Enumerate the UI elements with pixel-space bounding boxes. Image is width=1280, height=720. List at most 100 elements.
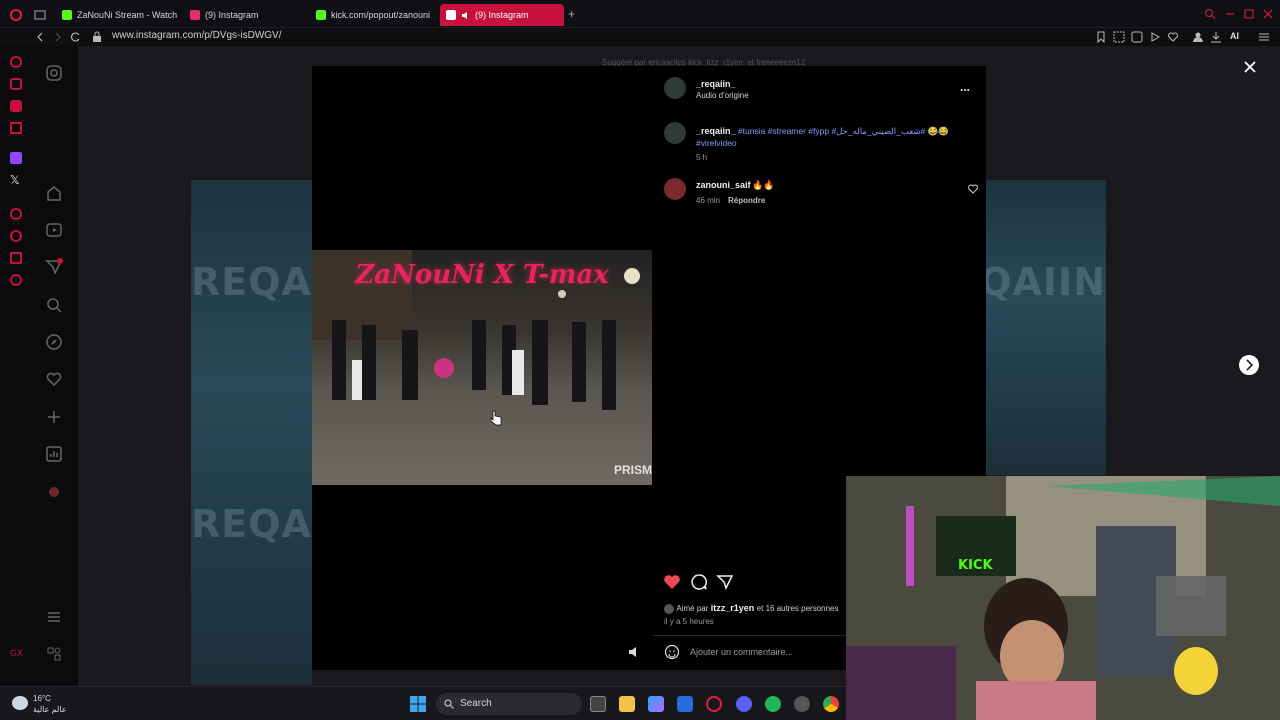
messages-icon[interactable] [45,258,63,276]
share-icon[interactable] [716,573,734,591]
menu-icon[interactable] [1258,31,1270,43]
player-icon[interactable] [10,208,22,220]
snapshot-icon[interactable] [1113,31,1125,43]
settings-icon[interactable] [10,274,22,286]
volume-icon[interactable] [628,646,640,658]
search-tabs-icon[interactable] [1204,8,1216,20]
adblock-icon[interactable] [1131,31,1143,43]
bookmark-icon[interactable] [1096,31,1106,43]
author-username[interactable]: _reqaiin_ [696,79,736,89]
instagram-logo-icon[interactable] [45,64,63,82]
search-label: Search [460,698,492,709]
maximize-icon[interactable] [1243,8,1255,20]
more-menu-icon[interactable] [45,608,63,626]
aria-ai-button[interactable]: AI [1230,31,1239,41]
windows-start-icon[interactable] [410,696,426,712]
reels-icon[interactable] [45,221,63,239]
messenger-icon[interactable] [10,78,22,90]
gx-icon[interactable]: GX [10,648,23,660]
opera-sidebar: 𝕏 GX [0,46,32,686]
tab-kick-popout[interactable]: kick.com/popout/zanouni [310,4,434,26]
search-icon [444,699,454,709]
tab-zanouni-stream[interactable]: ZaNouNi Stream - Watch L [56,4,180,26]
opera-logo-icon[interactable] [10,9,22,21]
tab-instagram-active[interactable]: (9) Instagram [440,4,564,26]
weather-location[interactable]: عالم عالية [33,705,67,714]
comment-like-icon[interactable] [968,184,978,194]
minimize-icon[interactable] [1224,8,1236,20]
tab-label: (9) Instagram [475,10,529,20]
emoji-icon[interactable] [664,644,680,660]
tab-overview-icon[interactable] [34,9,46,21]
x-twitter-icon[interactable]: 𝕏 [10,174,22,186]
taskbar-search[interactable]: Search [436,693,582,715]
chrome-icon[interactable] [823,696,839,712]
browser-tab-bar: ZaNouNi Stream - Watch L (9) Instagram k… [0,0,1280,28]
back-icon[interactable] [34,31,46,43]
new-tab-button[interactable]: + [568,7,575,21]
copilot-icon[interactable] [648,696,664,712]
tab-label: kick.com/popout/zanouni [331,10,431,20]
task-view-icon[interactable] [590,696,606,712]
search-icon[interactable] [45,296,63,314]
chat-icon[interactable] [10,100,22,112]
next-post-icon[interactable] [1238,354,1260,376]
also-from-meta-icon[interactable] [45,645,63,663]
dashboard-icon[interactable] [45,445,63,463]
reply-button[interactable]: Répondre [728,196,765,205]
discord-icon[interactable] [736,696,752,712]
music-icon[interactable] [10,122,22,134]
audio-label[interactable]: Audio d'origine [696,91,749,100]
comment-avatar[interactable] [664,178,686,200]
speaker-icon[interactable] [461,11,470,20]
tab-instagram-1[interactable]: (9) Instagram [184,4,304,26]
history-icon[interactable] [10,230,22,242]
post-video[interactable]: PRISM ZaNouNi X T-max [312,66,652,670]
weather-icon[interactable] [12,696,28,710]
author-avatar[interactable] [664,77,686,99]
lock-icon[interactable] [92,31,102,43]
previous-post-preview[interactable]: REQAIIN REQAIIN [191,180,374,685]
caption-avatar[interactable] [664,122,686,144]
watermark: PRISM [613,463,652,477]
comment-username[interactable]: zanouni_saif [696,180,751,190]
caption-time: 5 h [696,153,708,162]
opera-gx-icon[interactable] [706,696,722,712]
svg-text:KICK: KICK [958,558,993,573]
caption: _reqaiin_ #tunsia #streamer #fypp #شعب_ا… [696,125,966,149]
likes-suffix[interactable]: et 16 autres personnes [757,604,839,613]
extensions-icon[interactable] [10,252,22,264]
explore-icon[interactable] [45,333,63,351]
profile-icon[interactable] [1192,31,1204,43]
aria-icon[interactable] [10,56,22,68]
home-icon[interactable] [45,184,63,202]
close-window-icon[interactable] [1262,8,1274,20]
steam-icon[interactable] [794,696,810,712]
next-post-preview[interactable]: REQAIIN [922,180,1106,475]
temperature[interactable]: 16°C [33,694,51,703]
reload-icon[interactable] [70,31,82,43]
instagram-favicon-icon [446,10,456,20]
likes-prefix: Aimé par [676,604,709,613]
url-field[interactable]: www.instagram.com/p/DVgs-isDWGV/ [112,30,281,41]
spotify-icon[interactable] [765,696,781,712]
comment-icon[interactable] [690,573,708,591]
download-icon[interactable] [1210,31,1222,43]
store-icon[interactable] [677,696,693,712]
create-icon[interactable] [45,408,63,426]
profile-avatar[interactable] [49,487,59,497]
forward-icon[interactable] [52,31,64,43]
play-icon[interactable] [1149,31,1161,43]
instagram-favicon-icon [190,10,200,20]
liker-username[interactable]: itzz_r1yen [711,603,755,613]
more-options-icon[interactable]: ... [960,80,970,94]
file-explorer-icon[interactable] [619,696,635,712]
heart-icon[interactable] [1167,31,1179,43]
like-icon[interactable] [663,573,681,591]
caption-username[interactable]: _reqaiin_ [696,126,736,136]
twitch-icon[interactable] [10,152,22,164]
tab-label: ZaNouNi Stream - Watch L [77,10,180,20]
comment-input[interactable]: Ajouter un commentaire... [690,647,793,657]
notifications-icon[interactable] [45,370,63,388]
close-modal-icon[interactable] [1243,60,1257,74]
